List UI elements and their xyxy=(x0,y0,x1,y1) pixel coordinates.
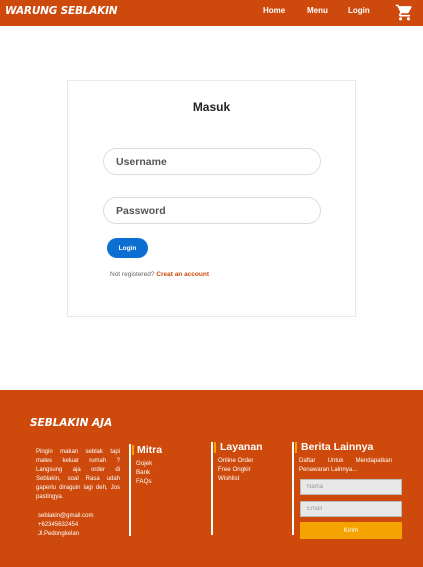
contact-address: Jl.Pedongkelan xyxy=(38,531,80,537)
footer-accent-bar xyxy=(132,445,134,455)
footer-news-text: Daftar Untuk Mendapatkan Penawaran Lainn… xyxy=(299,458,392,473)
create-account-link[interactable]: Creat an account xyxy=(156,271,209,278)
shopping-cart-icon[interactable] xyxy=(395,3,414,22)
newsletter-submit-button[interactable]: Kirim xyxy=(300,522,402,539)
login-button[interactable]: Login xyxy=(107,238,148,258)
footer-divider xyxy=(211,442,213,535)
footer-link-gojek[interactable]: Gojek xyxy=(136,459,152,468)
username-input[interactable] xyxy=(103,148,321,175)
footer-link-online-order[interactable]: Online Order xyxy=(218,456,253,465)
nav-link-menu[interactable]: Menu xyxy=(307,6,328,15)
footer-mitra-title: Mitra xyxy=(137,444,163,456)
footer-layanan-list: Online Order Free Ongkir Wishlist xyxy=(218,456,253,483)
footer-news-title: Berita Lainnya xyxy=(301,441,374,453)
contact-email: seblakin@gmail.com xyxy=(38,513,94,519)
login-title: Masuk xyxy=(192,100,231,114)
footer-layanan-title: Layanan xyxy=(220,441,263,453)
footer-divider xyxy=(292,442,294,535)
footer-accent-bar xyxy=(214,442,216,453)
nav-link-home[interactable]: Home xyxy=(263,6,285,15)
password-input[interactable] xyxy=(103,197,321,224)
footer-accent-bar xyxy=(295,442,297,453)
footer-link-faqs[interactable]: FAQs xyxy=(136,477,152,486)
footer-link-bank[interactable]: Bank xyxy=(136,468,152,477)
footer: SEBLAKIN AJA Pingin makan seblak tapi ma… xyxy=(0,390,423,567)
footer-link-free-ongkir[interactable]: Free Ongkir xyxy=(218,465,253,474)
register-prompt: Not registered? Creat an account xyxy=(110,271,209,278)
footer-brand-logo: SEBLAKIN AJA xyxy=(30,417,113,429)
nav-link-login[interactable]: Login xyxy=(348,6,370,15)
footer-mitra-list: Gojek Bank FAQs xyxy=(136,459,152,486)
footer-divider xyxy=(129,444,131,536)
newsletter-name-input[interactable] xyxy=(300,479,402,495)
navbar: WARUNG SEBLAKIN Home Menu Login xyxy=(0,0,423,26)
login-card: Masuk Login Not registered? Creat an acc… xyxy=(67,80,356,317)
register-prompt-text: Not registered? xyxy=(110,271,155,278)
footer-about-text: Pingin makan seblak tapi males keluar ru… xyxy=(36,449,120,500)
contact-phone: +62345632454 xyxy=(38,522,79,528)
brand-logo[interactable]: WARUNG SEBLAKIN xyxy=(5,5,118,17)
footer-contact: seblakin@gmail.com +62345632454 Jl.Pedon… xyxy=(38,512,93,539)
footer-link-wishlist[interactable]: Wishlist xyxy=(218,474,253,483)
newsletter-email-input[interactable] xyxy=(300,501,402,517)
